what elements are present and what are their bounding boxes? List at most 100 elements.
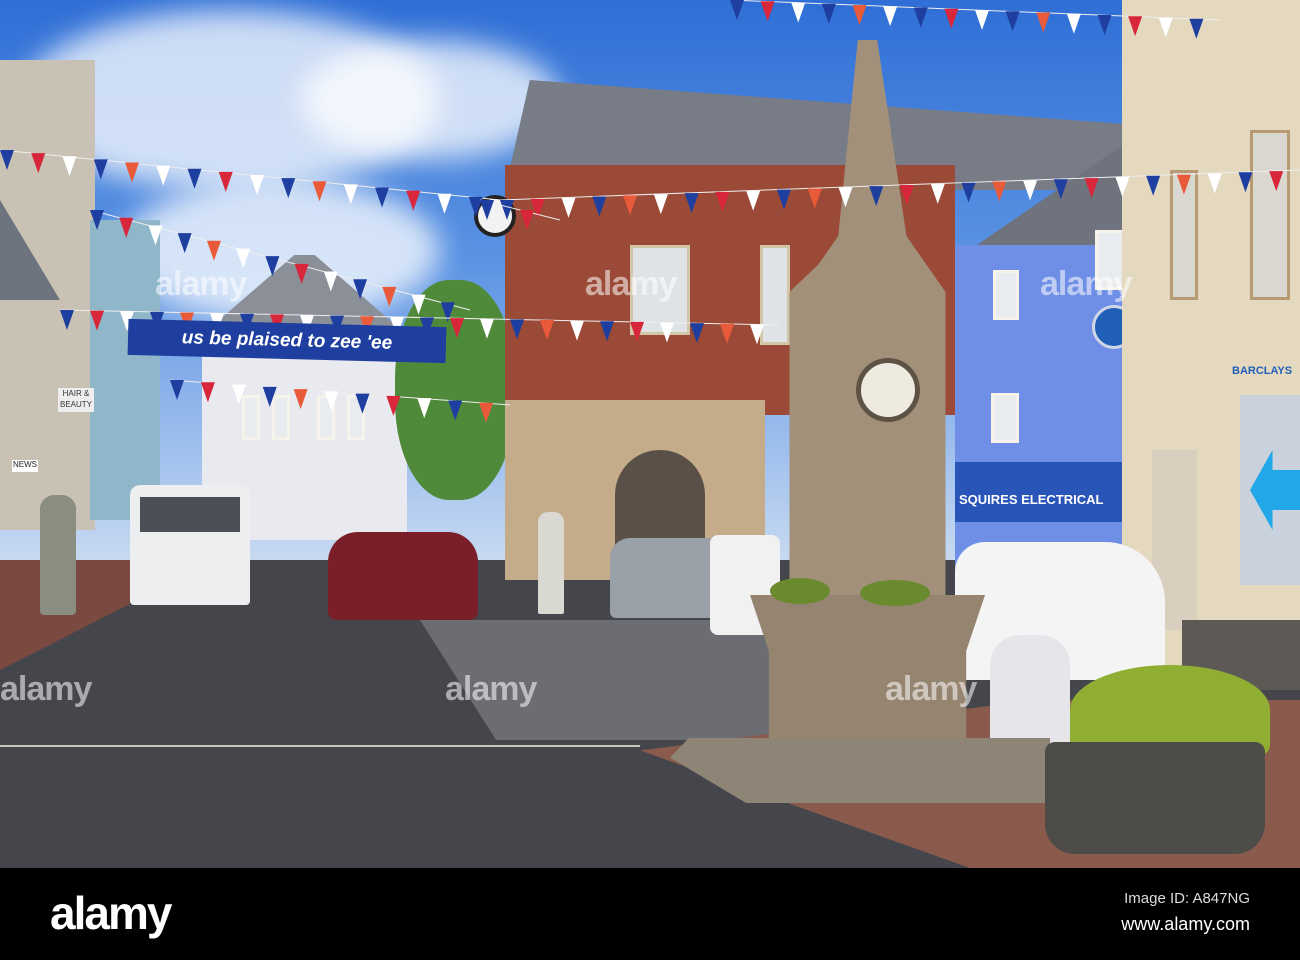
bunting-flag bbox=[353, 279, 368, 300]
bunting-flag bbox=[312, 181, 327, 202]
bunting-flag bbox=[324, 391, 339, 412]
bunting-flag bbox=[592, 196, 607, 217]
bunting-flag bbox=[1115, 176, 1130, 197]
bunting-flag bbox=[355, 393, 370, 414]
bunting-flag bbox=[119, 217, 134, 238]
watermark: alamy bbox=[155, 265, 247, 303]
bunting-flag bbox=[660, 322, 674, 343]
bunting-flag bbox=[653, 194, 668, 215]
bunting-flag bbox=[510, 319, 524, 340]
bunting-flag bbox=[944, 8, 959, 29]
image-id: Image ID: A847NG bbox=[1124, 890, 1250, 907]
bunting-flag bbox=[561, 197, 576, 218]
bunting-flag bbox=[807, 188, 822, 209]
bunting-flag bbox=[262, 386, 277, 407]
bunting-flag bbox=[417, 398, 432, 419]
bunting-flag bbox=[900, 185, 914, 205]
bunting-flag bbox=[170, 380, 184, 400]
bunting-flag bbox=[156, 165, 171, 186]
bunting-flag bbox=[630, 321, 644, 342]
bunting-flag bbox=[600, 321, 614, 342]
bunting-flag bbox=[386, 395, 401, 416]
bunting-flag bbox=[930, 183, 945, 204]
bunting-flag bbox=[375, 187, 389, 208]
bunting-flag bbox=[1128, 16, 1143, 37]
bunting-flag bbox=[382, 286, 397, 307]
bunting-flag bbox=[411, 294, 426, 315]
bunting-flag bbox=[1036, 12, 1051, 33]
footer: alamy Image ID: A847NG www.alamy.com bbox=[0, 868, 1300, 960]
bunting-flag bbox=[479, 402, 494, 423]
bunting-flag bbox=[177, 233, 192, 254]
bunting-flag bbox=[323, 271, 338, 292]
bunting-flag bbox=[776, 189, 791, 210]
alamy-url[interactable]: www.alamy.com bbox=[1121, 914, 1250, 935]
watermark: alamy bbox=[585, 265, 677, 303]
bunting-flag bbox=[250, 175, 264, 195]
bunting-flag bbox=[750, 324, 764, 345]
bunting-flag bbox=[125, 162, 139, 183]
bunting-flag bbox=[760, 1, 775, 22]
bunting-flag bbox=[1023, 180, 1038, 201]
bunting-flag bbox=[975, 10, 989, 30]
bunting-flag bbox=[1207, 173, 1222, 194]
bunting-flag bbox=[1066, 13, 1081, 34]
bunting-flag bbox=[62, 156, 77, 177]
watermark: alamy bbox=[445, 670, 537, 708]
bunting-flag bbox=[293, 389, 308, 410]
bunting-flag bbox=[821, 3, 836, 24]
bunting-flag bbox=[437, 193, 452, 214]
bunting-flag bbox=[720, 323, 734, 344]
bunting-flag bbox=[623, 195, 638, 216]
bunting-flag bbox=[883, 6, 898, 27]
bunting-flag bbox=[746, 190, 761, 211]
bunting-flag bbox=[265, 256, 280, 277]
bunting-flag bbox=[1176, 174, 1191, 195]
bunting-flag bbox=[450, 318, 464, 339]
bunting-flag bbox=[206, 240, 221, 261]
watermark: alamy bbox=[885, 670, 977, 708]
bunting-flag bbox=[90, 310, 104, 331]
bunting-flag bbox=[1053, 179, 1068, 200]
bunting-flag bbox=[200, 382, 215, 403]
bunting-flag bbox=[218, 171, 233, 192]
bunting-flag bbox=[1269, 171, 1284, 192]
bunting-flag bbox=[913, 7, 928, 28]
bunting-flag bbox=[684, 193, 699, 214]
bunting-flag bbox=[690, 323, 704, 344]
bunting-flag bbox=[1146, 175, 1161, 196]
bunting-flag bbox=[1084, 178, 1099, 199]
bunting-flag bbox=[869, 186, 884, 207]
bunting-flag bbox=[540, 320, 554, 340]
bunting bbox=[0, 0, 1300, 423]
bunting-flag bbox=[148, 225, 163, 246]
bunting-flag bbox=[791, 2, 806, 23]
bunting-flag bbox=[1189, 18, 1204, 39]
bunting-flag bbox=[570, 320, 584, 341]
bunting-flag bbox=[1238, 172, 1253, 193]
bunting-flag bbox=[231, 384, 246, 405]
bunting-flag bbox=[992, 181, 1007, 202]
bunting-flag bbox=[961, 182, 976, 203]
bunting-flag bbox=[480, 318, 494, 339]
bunting-flag bbox=[90, 210, 104, 230]
bunting-flag bbox=[1158, 17, 1173, 38]
bunting-flag bbox=[852, 5, 867, 25]
bunting-flag bbox=[60, 310, 74, 330]
bunting-flag bbox=[187, 168, 202, 189]
bunting-flag bbox=[730, 0, 744, 20]
bunting-flag bbox=[448, 400, 463, 421]
bunting-flag bbox=[1097, 15, 1112, 35]
bunting-flag bbox=[1005, 11, 1020, 32]
bunting-flag bbox=[715, 191, 730, 212]
bunting-flag bbox=[520, 210, 534, 230]
bunting-flag bbox=[31, 153, 46, 174]
street-photo: HAIR & BEAUTY NEWS SQUIRES ELECTRICAL BA… bbox=[0, 0, 1300, 868]
watermark: alamy bbox=[1040, 265, 1132, 303]
bunting-flag bbox=[343, 184, 358, 205]
bunting-flag bbox=[406, 190, 421, 211]
bunting-flag bbox=[480, 200, 494, 220]
alamy-logo: alamy bbox=[50, 887, 172, 939]
bunting-flag bbox=[281, 178, 296, 199]
watermark: alamy bbox=[0, 670, 92, 708]
